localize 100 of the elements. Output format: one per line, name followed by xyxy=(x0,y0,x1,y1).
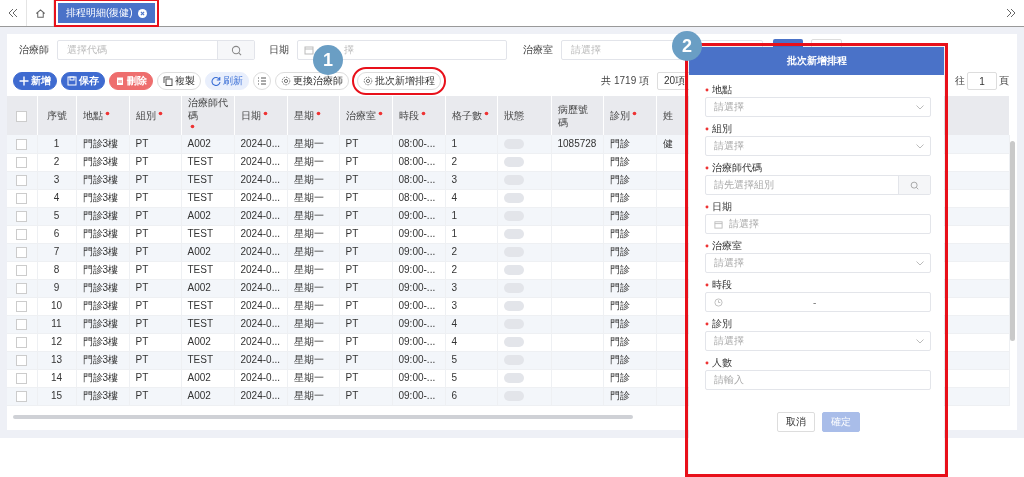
list-view-button[interactable] xyxy=(253,72,271,90)
table-cell: 1 xyxy=(451,210,458,221)
table-cell: 4 xyxy=(451,318,458,329)
status-toggle[interactable] xyxy=(503,337,524,348)
table-cell: 09:00-... xyxy=(398,372,436,383)
table-cell: 星期一 xyxy=(293,174,324,185)
table-cell: 09:00-... xyxy=(398,282,436,293)
table-cell: 4 xyxy=(53,192,60,203)
form-field[interactable]: 請選擇 xyxy=(705,136,931,156)
status-toggle[interactable] xyxy=(503,193,524,204)
table-cell: PT xyxy=(345,228,359,239)
form-field[interactable]: - xyxy=(705,292,931,312)
table-cell: 09:00-... xyxy=(398,264,436,275)
row-checkbox[interactable] xyxy=(16,138,28,150)
table-cell: 2024-0... xyxy=(240,192,280,203)
row-checkbox[interactable] xyxy=(16,372,28,384)
table-cell: 2024-0... xyxy=(240,246,280,257)
delete-button[interactable]: 刪除 xyxy=(109,72,153,90)
filter-label: 日期 xyxy=(269,43,289,57)
search-button[interactable] xyxy=(217,41,254,59)
page-input[interactable]: 1 xyxy=(967,72,997,90)
table-cell: 7 xyxy=(53,246,60,257)
status-toggle[interactable] xyxy=(503,301,524,312)
copy-button[interactable]: 複製 xyxy=(157,72,201,90)
table-cell: 門診3樓 xyxy=(82,246,119,257)
row-checkbox[interactable] xyxy=(16,246,28,258)
field-label: 治療室 xyxy=(712,239,742,253)
table-cell: PT xyxy=(345,210,359,221)
search-button[interactable] xyxy=(898,176,930,194)
table-cell: PT xyxy=(345,264,359,275)
required-mark xyxy=(104,111,110,116)
refresh-button[interactable]: 刷新 xyxy=(205,72,249,90)
horizontal-scrollbar[interactable] xyxy=(13,415,633,419)
vertical-scrollbar[interactable] xyxy=(1010,141,1015,341)
table-cell: 3 xyxy=(451,174,458,185)
table-cell: 門診 xyxy=(609,210,630,221)
table-cell: 門診3樓 xyxy=(82,390,119,401)
table-cell: TEST xyxy=(187,318,214,329)
table-cell: PT xyxy=(345,390,359,401)
add-button[interactable]: 新增 xyxy=(13,72,57,90)
row-checkbox[interactable] xyxy=(16,390,28,402)
table-cell: 門診3樓 xyxy=(82,210,119,221)
table-cell: 09:00-... xyxy=(398,228,436,239)
form-field[interactable]: 請選擇 xyxy=(705,214,931,234)
form-field[interactable]: 請選擇 xyxy=(705,97,931,117)
table-cell: 09:00-... xyxy=(398,336,436,347)
status-toggle[interactable] xyxy=(503,157,524,168)
column-header: 治療室 xyxy=(345,109,376,122)
home-tab[interactable] xyxy=(26,0,54,26)
table-cell: 09:00-... xyxy=(398,246,436,257)
table-cell: 09:00-... xyxy=(398,318,436,329)
row-checkbox[interactable] xyxy=(16,210,28,222)
collapse-right-icon[interactable] xyxy=(1006,8,1016,18)
table-cell: TEST xyxy=(187,264,214,275)
table-cell: 門診 xyxy=(609,137,630,149)
row-checkbox[interactable] xyxy=(16,228,28,240)
close-icon[interactable] xyxy=(137,8,147,18)
table-cell: 門診3樓 xyxy=(82,300,119,311)
column-header: 組別 xyxy=(135,109,156,122)
table-cell: 門診 xyxy=(609,390,630,401)
form-field[interactable]: 請先選擇組別 xyxy=(705,175,931,195)
table-cell: A002 xyxy=(187,246,211,257)
field-label: 地點 xyxy=(712,83,732,97)
row-checkbox[interactable] xyxy=(16,282,28,294)
row-checkbox[interactable] xyxy=(16,300,28,312)
form-field[interactable]: 請選擇 xyxy=(705,253,931,273)
row-checkbox[interactable] xyxy=(16,192,28,204)
table-cell: 2024-0... xyxy=(240,390,280,401)
table-cell: A002 xyxy=(187,372,211,383)
status-toggle[interactable] xyxy=(503,265,524,276)
swap-button[interactable]: 更換治療師 xyxy=(275,72,349,90)
row-checkbox[interactable] xyxy=(16,336,28,348)
row-checkbox[interactable] xyxy=(16,156,28,168)
table-cell: 2024-0... xyxy=(240,137,280,149)
gear-icon xyxy=(281,76,291,86)
required-mark xyxy=(420,111,426,116)
page-label: 頁 xyxy=(999,74,1009,88)
table-cell: PT xyxy=(135,318,149,329)
table-cell: A002 xyxy=(187,137,211,149)
table-cell: 星期一 xyxy=(293,137,324,149)
row-checkbox[interactable] xyxy=(16,264,28,276)
row-checkbox[interactable] xyxy=(16,174,28,186)
cancel-button[interactable]: 取消 xyxy=(776,412,815,432)
row-checkbox[interactable] xyxy=(16,318,28,330)
select-all-checkbox[interactable] xyxy=(16,110,28,122)
table-cell: 門診 xyxy=(609,228,630,239)
table-cell: 1085728 xyxy=(557,137,597,149)
gear-icon xyxy=(363,76,373,86)
table-cell: 門診 xyxy=(609,246,630,257)
table-cell: 09:00-... xyxy=(398,210,436,221)
table-cell: 門診3樓 xyxy=(82,318,119,329)
row-checkbox[interactable] xyxy=(16,354,28,366)
collapse-left-icon[interactable] xyxy=(8,8,18,18)
form-field[interactable]: 請選擇 xyxy=(705,331,931,351)
status-toggle[interactable] xyxy=(503,373,524,384)
form-field[interactable]: 請輸入 xyxy=(705,370,931,390)
status-toggle[interactable] xyxy=(503,229,524,240)
table-cell: 5 xyxy=(451,372,458,383)
total-count: 共 1719 項 xyxy=(601,74,649,88)
save-button[interactable]: 保存 xyxy=(61,72,105,90)
